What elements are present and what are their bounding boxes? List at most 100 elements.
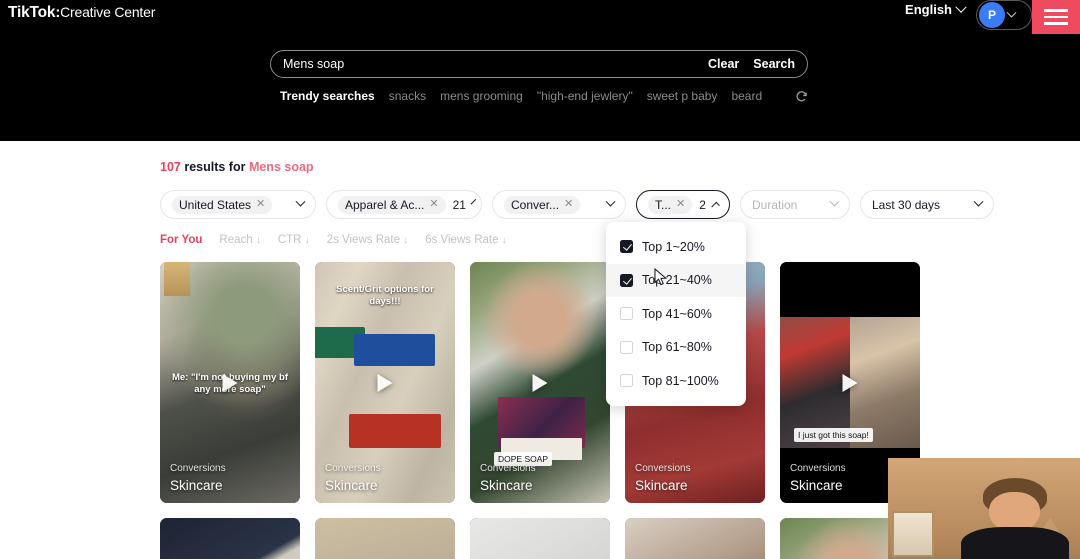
filter-chip-date-range[interactable]: Last 30 days	[860, 190, 994, 219]
card-objective: Conversions	[480, 463, 536, 474]
avatar: P	[979, 2, 1005, 28]
top-header-band: TikTok:Creative Center English P Clear S…	[0, 0, 1080, 141]
chevron-down-icon	[973, 196, 984, 207]
trendy-tag-0[interactable]: snacks	[389, 89, 426, 103]
hamburger-menu-icon[interactable]	[1032, 0, 1080, 34]
video-thumbnail	[315, 518, 455, 559]
chevron-up-icon	[711, 201, 720, 211]
refresh-icon[interactable]	[795, 90, 808, 103]
filter-chip-industry[interactable]: Apparel & Ac... ✕ 21	[326, 190, 482, 219]
video-thumbnail	[625, 518, 765, 559]
sort-tab-2s-views-rate[interactable]: 2s Views Rate ↓	[327, 234, 409, 246]
dropdown-option-top-81-100[interactable]: Top 81~100%	[606, 364, 746, 398]
sort-arrow-icon: ↓	[255, 235, 261, 246]
person-figure	[960, 478, 1069, 559]
sort-tabs: For You Reach ↓ CTR ↓ 2s Views Rate ↓ 6s…	[160, 234, 507, 246]
search-input[interactable]	[283, 57, 695, 71]
filter-top-ads-count: 2	[699, 197, 706, 212]
window-shape	[891, 510, 935, 557]
results-count: 107	[160, 160, 181, 174]
filter-date-range-label: Last 30 days	[872, 197, 941, 212]
video-card[interactable]	[625, 518, 765, 559]
top-ads-dropdown[interactable]: Top 1~20% Top 21~40% Top 41~60% Top 61~8…	[606, 222, 746, 406]
card-industry: Skincare	[325, 478, 378, 493]
trendy-searches: Trendy searches snacks mens grooming "hi…	[280, 88, 808, 104]
language-selector[interactable]: English	[905, 1, 967, 17]
chevron-down-icon	[1006, 7, 1017, 18]
sort-label-2s-views-rate: 2s Views Rate	[326, 234, 400, 246]
filter-chip-objective[interactable]: Conver... ✕	[492, 190, 626, 219]
brand-logo[interactable]: TikTok:Creative Center	[8, 4, 155, 22]
play-icon[interactable]	[222, 373, 238, 392]
trendy-tag-4[interactable]: beard	[731, 89, 762, 103]
account-menu[interactable]: P	[976, 0, 1032, 30]
filter-chip-duration[interactable]: Duration	[740, 190, 850, 219]
checkbox-icon[interactable]	[620, 340, 633, 354]
clear-button[interactable]: Clear	[708, 57, 739, 71]
search-bar[interactable]: Clear Search	[270, 50, 808, 78]
play-icon[interactable]	[532, 373, 548, 392]
close-icon[interactable]: ✕	[429, 199, 438, 210]
play-icon[interactable]	[377, 373, 393, 392]
dropdown-option-top-1-20[interactable]: Top 1~20%	[606, 230, 746, 264]
filter-chip-region[interactable]: United States ✕	[160, 190, 316, 219]
sort-tab-ctr[interactable]: CTR ↓	[278, 234, 310, 246]
dropdown-option-label: Top 61~80%	[642, 340, 712, 355]
filter-duration-label: Duration	[752, 197, 798, 212]
trendy-tag-1[interactable]: mens grooming	[440, 89, 523, 103]
video-card[interactable]	[470, 518, 610, 559]
sort-label-for-you: For You	[160, 234, 203, 246]
sort-arrow-icon: ↓	[501, 235, 507, 246]
video-card[interactable]: Scent/Grit options for days!!! Conversio…	[315, 262, 455, 503]
dropdown-option-label: Top 1~20%	[642, 239, 705, 254]
trendy-tag-2[interactable]: "high-end jewlery"	[537, 89, 633, 103]
close-icon[interactable]: ✕	[676, 199, 685, 210]
filter-industry-label: Apparel & Ac...	[345, 197, 425, 212]
sort-tab-reach[interactable]: Reach ↓	[219, 234, 260, 246]
creative-center-page: TikTok:Creative Center English P Clear S…	[0, 0, 1080, 559]
chevron-down-icon	[605, 196, 616, 207]
sort-tab-6s-views-rate[interactable]: 6s Views Rate ↓	[425, 234, 507, 246]
filter-chip-top-ads[interactable]: T... ✕ 2	[636, 190, 730, 219]
dropdown-option-top-21-40[interactable]: Top 21~40%	[606, 263, 746, 297]
card-meta: Conversions Skincare	[790, 463, 846, 493]
card-meta: Conversions Skincare	[635, 463, 691, 493]
card-meta: Conversions Skincare	[480, 463, 536, 493]
checkbox-icon[interactable]	[620, 240, 633, 254]
video-card[interactable]	[315, 518, 455, 559]
close-icon[interactable]: ✕	[256, 199, 265, 210]
results-summary: 107 results for Mens soap	[160, 160, 314, 174]
sort-label-ctr: CTR	[277, 234, 302, 246]
checkbox-icon[interactable]	[620, 273, 633, 287]
card-meta: Conversions Skincare	[325, 463, 381, 493]
brand-product: Creative Center	[60, 4, 156, 20]
card-objective: Conversions	[170, 463, 226, 474]
dropdown-option-top-41-60[interactable]: Top 41~60%	[606, 297, 746, 331]
chevron-down-icon	[470, 198, 477, 205]
webcam-overlay	[888, 458, 1080, 559]
video-card[interactable]: Me: "I'm not buying my bf any more soap"…	[160, 262, 300, 503]
language-label: English	[905, 2, 952, 17]
play-icon[interactable]	[842, 373, 858, 392]
card-objective: Conversions	[790, 463, 846, 474]
dropdown-option-top-61-80[interactable]: Top 61~80%	[606, 331, 746, 365]
card-industry: Skincare	[790, 478, 843, 493]
chevron-down-icon	[955, 1, 967, 13]
filter-bar: United States ✕ Apparel & Ac... ✕ 21 Con…	[160, 190, 994, 219]
trendy-tag-3[interactable]: sweet p baby	[647, 89, 718, 103]
filter-industry-count: 21	[452, 197, 466, 212]
filter-top-ads-label: T...	[655, 197, 672, 212]
video-card[interactable]: DOPE SOAP Conversions Skincare	[470, 262, 610, 503]
dropdown-option-label: Top 81~100%	[642, 373, 719, 388]
sort-tab-for-you[interactable]: For You	[160, 234, 202, 246]
sort-arrow-icon: ↓	[304, 235, 310, 246]
checkbox-icon[interactable]	[620, 374, 633, 388]
search-button[interactable]: Search	[753, 57, 795, 71]
video-card[interactable]	[160, 518, 300, 559]
video-caption: I just got this soap!	[794, 428, 873, 442]
checkbox-icon[interactable]	[620, 307, 633, 321]
card-industry: Skincare	[480, 478, 533, 493]
card-industry: Skincare	[635, 478, 688, 493]
close-icon[interactable]: ✕	[564, 199, 573, 210]
trendy-searches-label: Trendy searches	[280, 89, 375, 103]
